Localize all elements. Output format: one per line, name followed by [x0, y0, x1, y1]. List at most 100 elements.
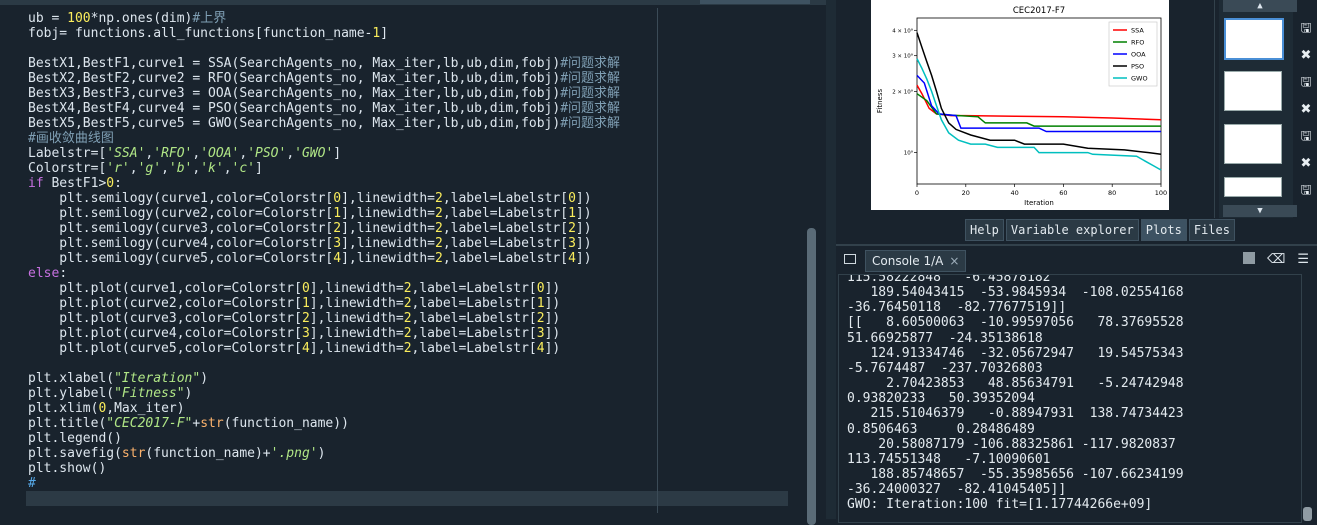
close-icon[interactable]: ×: [949, 254, 959, 268]
code-token: "CEC2017-F": [106, 416, 193, 431]
code-line[interactable]: plt.show(): [28, 461, 786, 476]
code-token: 'r': [106, 161, 130, 176]
code-line[interactable]: BestX1,BestF1,curve1 = SSA(SearchAgents_…: [28, 56, 786, 71]
code-text[interactable]: ub = 100*np.ones(dim)#上界 fobj= functions.…: [28, 11, 786, 491]
code-token: ],linewidth=: [341, 251, 435, 266]
code-line[interactable]: plt.plot(curve5,color=Colorstr[4],linewi…: [28, 341, 786, 356]
stop-icon[interactable]: [1242, 252, 1255, 264]
code-line[interactable]: plt.semilogy(curve3,color=Colorstr[2],li…: [28, 221, 786, 236]
code-token: ,label=Labelstr[: [442, 251, 569, 266]
code-line[interactable]: Labelstr=['SSA','RFO','OOA','PSO','GWO']: [28, 146, 786, 161]
code-line[interactable]: plt.xlim(0,Max_iter): [28, 401, 786, 416]
code-token: 2: [403, 281, 412, 296]
code-line[interactable]: else:: [28, 266, 786, 281]
code-token: ]): [544, 296, 561, 311]
code-token: ]): [544, 326, 561, 341]
code-token: ],linewidth=: [309, 341, 404, 356]
save-plot-icon[interactable]: 🖫: [1299, 22, 1313, 36]
code-line[interactable]: [28, 41, 786, 56]
x-tick-label: 20: [962, 189, 970, 197]
code-token: ]): [575, 251, 592, 266]
code-line[interactable]: plt.legend(): [28, 431, 786, 446]
code-line[interactable]: #画收敛曲线图: [28, 131, 786, 146]
legend-label: OOA: [1131, 51, 1146, 59]
code-line[interactable]: plt.title("CEC2017-F"+str(function_name)…: [28, 416, 786, 431]
code-line[interactable]: Colorstr=['r','g','b','k','c']: [28, 161, 786, 176]
code-token: ],linewidth=: [309, 326, 404, 341]
console-tab[interactable]: Console 1/A ×: [865, 250, 967, 272]
code-line[interactable]: ub = 100*np.ones(dim)#上界: [28, 11, 786, 26]
x-tick-label: 100: [1155, 189, 1167, 197]
code-token: ,label=Labelstr[: [442, 236, 569, 251]
code-line[interactable]: if BestF1>0:: [28, 176, 786, 191]
code-line[interactable]: BestX4,BestF4,curve4 = PSO(SearchAgents_…: [28, 101, 786, 116]
remove-plot-icon[interactable]: ✖: [1299, 49, 1313, 63]
tab-help[interactable]: Help: [965, 219, 1004, 241]
code-line[interactable]: plt.plot(curve4,color=Colorstr[ 3 ],linewi…: [28, 326, 786, 341]
code-line[interactable]: fobj= functions.all_functions[function_n…: [28, 26, 786, 41]
code-line[interactable]: plt.plot(curve1,color=Colorstr[0],linewi…: [28, 281, 786, 296]
code-token: 3: [568, 236, 576, 251]
scroll-up-button[interactable]: ▲: [1223, 0, 1297, 12]
code-line[interactable]: [28, 356, 786, 371]
code-line[interactable]: BestX5,BestF5,curve5 = GWO(SearchAgents_…: [28, 116, 786, 131]
save-plot-icon[interactable]: 🖫: [1299, 130, 1313, 144]
menu-icon[interactable]: ☰: [1297, 252, 1309, 267]
code-token: ],linewidth=: [309, 311, 404, 326]
plot-thumbnail-1[interactable]: [1224, 18, 1284, 60]
remove-plot-icon[interactable]: ✖: [1299, 103, 1313, 117]
code-token: plt.plot(curve1,color=Colorstr[: [28, 281, 302, 296]
code-token: 1: [536, 296, 545, 311]
x-tick-label: 40: [1010, 189, 1018, 197]
code-token: *np.ones(dim): [90, 11, 193, 26]
code-token: 0: [333, 191, 342, 206]
save-plot-icon[interactable]: 🖫: [1299, 184, 1313, 198]
code-line[interactable]: plt.savefig(str(function_name)+'.png'): [28, 446, 786, 461]
code-token: #上界: [192, 11, 227, 26]
code-token: str: [121, 446, 146, 461]
code-line[interactable]: plt.ylabel("Fitness"): [28, 386, 786, 401]
editor-tab-indicator[interactable]: [700, 0, 810, 4]
code-line[interactable]: plt.semilogy(curve2,color=Colorstr[1],li…: [28, 206, 786, 221]
plot-figure[interactable]: CEC2017-F7 0 20 40 60 80 100 10⁹ 2 × 10⁹ 3 × 10⁹ 4…: [871, 0, 1169, 210]
code-token: 3: [536, 326, 545, 341]
tab-variable-explorer[interactable]: Variable explorer: [1005, 219, 1139, 241]
console-scrollbar[interactable]: [1302, 276, 1314, 521]
remove-plot-icon[interactable]: ✖: [1299, 157, 1313, 171]
pane-splitter[interactable]: [826, 0, 836, 519]
plot-thumbnail-3[interactable]: [1224, 124, 1282, 164]
code-token: BestX4,BestF4,curve4 = PSO(SearchAgents_…: [28, 101, 561, 116]
code-token: ): [184, 386, 193, 401]
code-line[interactable]: plt.semilogy(curve1,color=Colorstr[0],li…: [28, 191, 786, 206]
editor-scrollbar[interactable]: [806, 10, 818, 525]
code-line[interactable]: #: [28, 476, 786, 491]
code-token: (function_name)+: [145, 446, 271, 461]
code-token: plt.plot(curve4,color=Colorstr[: [28, 326, 302, 341]
code-line[interactable]: plt.plot(curve3,color=Colorstr[2],linewi…: [28, 311, 786, 326]
code-line[interactable]: plt.plot(curve2,color=Colorstr[1],linewi…: [28, 296, 786, 311]
editor-scrollbar-thumb[interactable]: [807, 228, 816, 525]
code-token: 'c': [231, 161, 256, 176]
code-editor[interactable]: ub = 100*np.ones(dim)#上界 fobj= functions.…: [0, 0, 828, 525]
code-token: #问题求解: [560, 71, 621, 86]
eraser-icon[interactable]: ⌫: [1267, 252, 1285, 267]
code-token: #问题求解: [560, 56, 621, 71]
console-output-area[interactable]: 115.58222848 -6.45878182 189.54043415 -5…: [838, 274, 1302, 523]
code-token: ,: [223, 161, 232, 176]
tab-plots[interactable]: Plots: [1140, 219, 1187, 241]
code-token: #画收敛曲线图: [28, 131, 114, 146]
code-token: 2: [536, 311, 545, 326]
thumbnail-list[interactable]: ▲ ▼: [1219, 0, 1297, 218]
code-line[interactable]: BestX2,BestF2,curve2 = RFO(SearchAgents_…: [28, 71, 786, 86]
code-line[interactable]: plt.xlabel("Iteration"): [28, 371, 786, 386]
code-line[interactable]: plt.semilogy(curve4,color=Colorstr[3],li…: [28, 236, 786, 251]
save-plot-icon[interactable]: 🖫: [1299, 76, 1313, 90]
code-token: 3: [333, 236, 342, 251]
tab-files[interactable]: Files: [1188, 219, 1235, 241]
plot-thumbnail-2[interactable]: [1224, 71, 1282, 111]
scroll-down-button[interactable]: ▼: [1223, 205, 1297, 217]
console-browse-icon[interactable]: [844, 254, 856, 264]
plot-thumbnail-4[interactable]: [1224, 177, 1282, 197]
code-line[interactable]: BestX3,BestF3,curve3 = OOA(SearchAgents_…: [28, 86, 786, 101]
code-line[interactable]: plt.semilogy(curve5,color=Colorstr[4],li…: [28, 251, 786, 266]
